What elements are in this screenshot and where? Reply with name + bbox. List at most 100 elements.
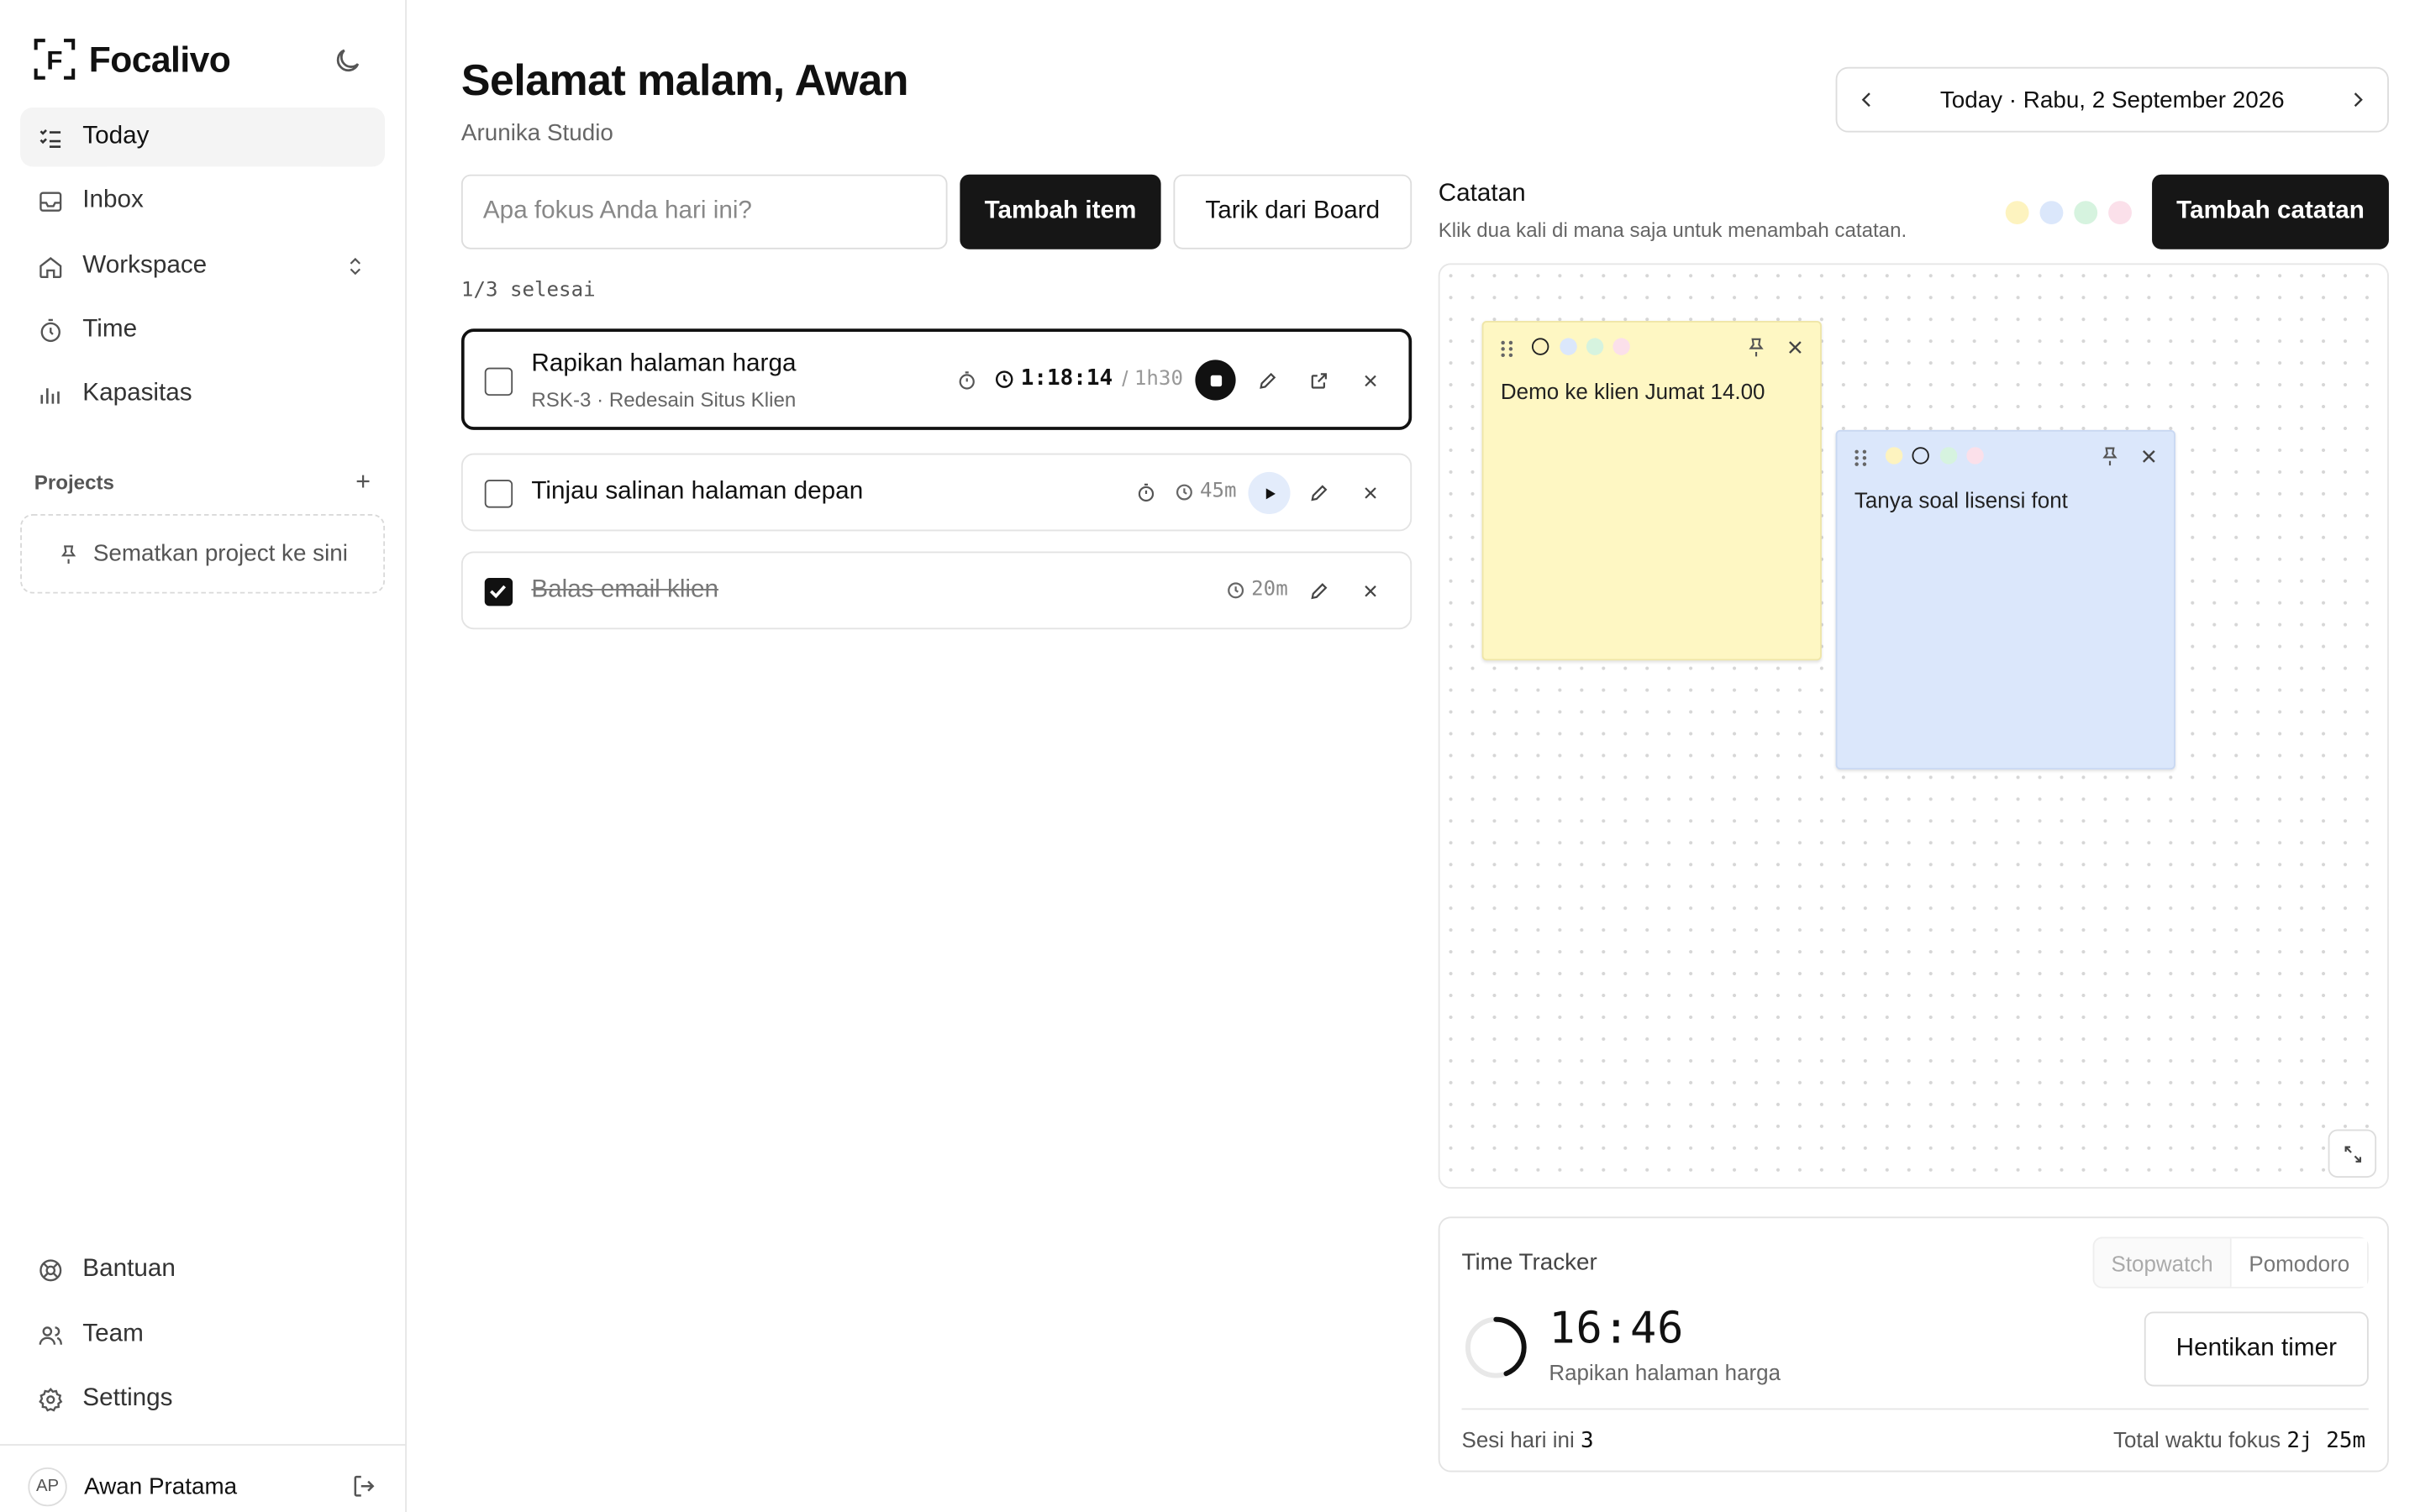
pin-project-dropzone[interactable]: Sematkan project ke sini bbox=[20, 513, 386, 594]
total-focus-time: Total waktu fokus 2j 25m bbox=[2113, 1427, 2365, 1454]
sessions-value: 3 bbox=[1580, 1428, 1594, 1454]
stop-icon bbox=[1209, 374, 1222, 386]
dark-mode-toggle[interactable] bbox=[332, 45, 363, 76]
time-tracker: Time Tracker Stopwatch Pomodoro 16:46 Ra… bbox=[1438, 1216, 2389, 1473]
timer-icon bbox=[1137, 482, 1154, 501]
page-title: Selamat malam, Awan bbox=[460, 55, 909, 105]
task-checkbox-checked[interactable] bbox=[484, 578, 513, 606]
add-item-button[interactable]: Tambah item bbox=[960, 174, 1161, 249]
drag-handle-icon[interactable] bbox=[1853, 449, 1869, 467]
nav-item-team[interactable]: Team bbox=[20, 1305, 385, 1364]
home-icon bbox=[39, 256, 62, 278]
pin-text: Sematkan project ke sini bbox=[92, 540, 348, 568]
task-title: Tinjau salinan halaman depan bbox=[531, 478, 864, 505]
sessions-today: Sesi hari ini 3 bbox=[1462, 1427, 1594, 1454]
prev-day-button[interactable] bbox=[1856, 89, 1878, 111]
sessions-label: Sesi hari ini bbox=[1461, 1426, 1575, 1452]
sticky-note[interactable]: Tanya soal lisensi font bbox=[1835, 429, 2175, 770]
remove-task-button[interactable] bbox=[1353, 573, 1387, 607]
brand[interactable]: F Focalivo bbox=[33, 38, 231, 81]
set-estimate-button[interactable] bbox=[949, 363, 983, 397]
avatar: AP bbox=[28, 1467, 67, 1506]
task-row[interactable]: Tinjau salinan halaman depan 45m bbox=[460, 453, 1413, 532]
note-color-green[interactable] bbox=[1586, 338, 1604, 355]
logout-icon[interactable] bbox=[350, 1473, 378, 1500]
pull-from-board-button[interactable]: Tarik dari Board bbox=[1173, 174, 1413, 249]
note-color-blue-selected[interactable] bbox=[1912, 447, 1929, 465]
clock-icon bbox=[1176, 483, 1192, 500]
pencil-icon bbox=[1310, 484, 1327, 501]
notes-canvas[interactable]: Demo ke klien Jumat 14.00 Tanya soal lis… bbox=[1438, 263, 2389, 1189]
mode-stopwatch[interactable]: Stopwatch bbox=[2094, 1238, 2229, 1286]
chevron-right-icon bbox=[2354, 92, 2363, 108]
edit-task-button[interactable] bbox=[1302, 475, 1336, 510]
time-separator: / bbox=[1122, 365, 1128, 391]
nav-item-kapasitas[interactable]: Kapasitas bbox=[20, 365, 385, 423]
nav-item-time[interactable]: Time bbox=[20, 301, 385, 360]
note-color-pink[interactable] bbox=[1612, 338, 1630, 355]
note-color-green[interactable] bbox=[1939, 447, 1958, 465]
note-color-blue[interactable] bbox=[1560, 338, 1577, 355]
note-color-pink[interactable] bbox=[2108, 201, 2132, 225]
task-row-done[interactable]: Balas email klien 20m bbox=[460, 551, 1413, 630]
user-name: Awan Pratama bbox=[84, 1473, 238, 1499]
task-checkbox[interactable] bbox=[484, 480, 513, 508]
edit-task-button[interactable] bbox=[1302, 573, 1336, 607]
expand-icon bbox=[2344, 1145, 2361, 1162]
pencil-icon bbox=[1259, 371, 1276, 388]
task-row-active[interactable]: Rapikan halaman harga RSK-3 · Redesain S… bbox=[460, 328, 1413, 430]
note-color-yellow-selected[interactable] bbox=[1531, 338, 1549, 355]
set-estimate-button[interactable] bbox=[1128, 475, 1163, 510]
expand-canvas-button[interactable] bbox=[2328, 1129, 2377, 1179]
start-task-timer-button[interactable] bbox=[1248, 471, 1291, 514]
nav-item-settings[interactable]: Settings bbox=[20, 1369, 385, 1428]
note-color-blue[interactable] bbox=[2039, 201, 2064, 225]
app-name: Focalivo bbox=[88, 38, 231, 79]
workspace-name: Arunika Studio bbox=[460, 119, 613, 147]
remove-task-button[interactable] bbox=[1353, 363, 1387, 397]
task-title: Rapikan halaman harga bbox=[531, 350, 797, 377]
mode-pomodoro[interactable]: Pomodoro bbox=[2229, 1238, 2367, 1287]
add-project-button[interactable] bbox=[354, 472, 372, 491]
user-profile[interactable]: AP Awan Pratama bbox=[0, 1444, 408, 1512]
list-check-icon bbox=[39, 129, 61, 148]
nav-item-bantuan[interactable]: Bantuan bbox=[20, 1240, 385, 1299]
note-color-green[interactable] bbox=[2074, 201, 2098, 225]
pencil-icon bbox=[1310, 582, 1327, 599]
focus-input[interactable] bbox=[460, 174, 948, 249]
note-color-yellow[interactable] bbox=[2005, 201, 2029, 225]
progress-label: 1/3 selesai bbox=[460, 278, 596, 302]
task-checkbox[interactable] bbox=[484, 367, 513, 396]
close-icon[interactable] bbox=[1786, 338, 1804, 356]
stop-timer-button[interactable]: Hentikan timer bbox=[2144, 1311, 2369, 1387]
sticky-note[interactable]: Demo ke klien Jumat 14.00 bbox=[1481, 321, 1822, 661]
close-icon[interactable] bbox=[2139, 447, 2158, 465]
play-icon bbox=[1265, 487, 1275, 499]
projects-label: Projects bbox=[34, 470, 114, 494]
pin-icon[interactable] bbox=[2099, 445, 2121, 467]
pin-icon[interactable] bbox=[1745, 337, 1767, 359]
note-text[interactable]: Tanya soal lisensi font bbox=[1854, 487, 2068, 512]
elapsed-value: 1:18:14 bbox=[1020, 365, 1113, 391]
progress-ring bbox=[1465, 1316, 1527, 1378]
note-text[interactable]: Demo ke klien Jumat 14.00 bbox=[1501, 379, 1765, 404]
tracker-title: Time Tracker bbox=[1461, 1249, 1597, 1276]
nav-item-inbox[interactable]: Inbox bbox=[20, 171, 385, 230]
next-day-button[interactable] bbox=[2347, 89, 2369, 111]
edit-task-button[interactable] bbox=[1249, 363, 1284, 397]
open-task-button[interactable] bbox=[1302, 363, 1336, 397]
stop-task-timer-button[interactable] bbox=[1195, 360, 1236, 401]
remove-task-button[interactable] bbox=[1353, 475, 1387, 510]
note-color-yellow[interactable] bbox=[1885, 447, 1903, 465]
gear-icon bbox=[39, 1387, 63, 1411]
nav-item-today[interactable]: Today bbox=[20, 107, 386, 167]
nav-item-workspace[interactable]: Workspace bbox=[20, 237, 385, 296]
add-note-button[interactable]: Tambah catatan bbox=[2152, 174, 2389, 249]
check-icon bbox=[490, 585, 507, 599]
drag-handle-icon[interactable] bbox=[1499, 339, 1515, 358]
note-color-pink[interactable] bbox=[1966, 447, 1984, 465]
users-icon bbox=[39, 1326, 62, 1344]
focalivo-logo-icon: F bbox=[34, 39, 76, 80]
external-link-icon bbox=[1310, 372, 1327, 388]
date-label[interactable]: Today · Rabu, 2 September 2026 bbox=[1940, 87, 2285, 113]
